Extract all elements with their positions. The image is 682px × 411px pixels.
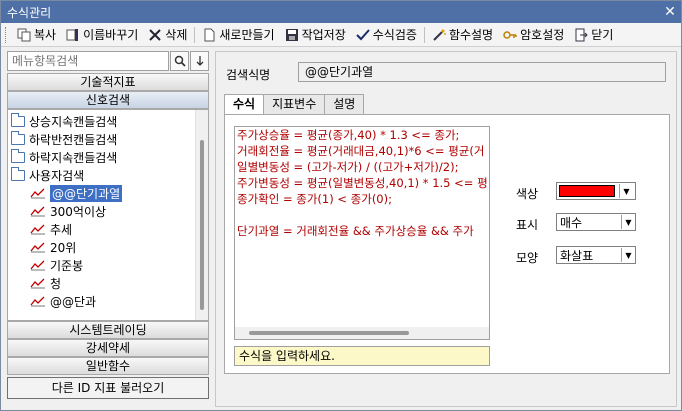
editor-hscrollbar[interactable] (235, 327, 489, 339)
delete-button[interactable]: 삭제 (143, 25, 192, 45)
save-button[interactable]: 작업저장 (280, 25, 351, 45)
formula-tree: 상승지속캔들검색 하락반전캔들검색 하락지속캔들검색 사용자검색 @@단기과열 … (7, 109, 209, 321)
new-button[interactable]: 새로만들기 (197, 25, 279, 45)
tab-formula[interactable]: 수식 (224, 94, 265, 115)
editor-tabs: 수식 지표변수 설명 (224, 94, 365, 115)
tree-item[interactable]: 300억이상 (30, 202, 106, 220)
folder-icon (11, 166, 25, 181)
color-swatch (559, 185, 615, 197)
line-chart-icon (30, 278, 45, 289)
line-chart-icon (30, 260, 45, 271)
display-select[interactable]: 매수 ▼ (556, 213, 636, 231)
right-panel: 검색식명 @@단기과열 수식 지표변수 설명 주가상승율 = 평균(종가,40)… (215, 51, 677, 407)
search-row (7, 51, 209, 71)
wand-icon (432, 28, 446, 42)
sort-button[interactable] (190, 51, 209, 71)
tree-item-selected[interactable]: @@단기과열 (30, 184, 123, 202)
function-help-button[interactable]: 함수설명 (427, 25, 498, 45)
tree-folder[interactable]: 상승지속캔들검색 (11, 112, 117, 130)
code-line: 주가상승율 = 평균(종가,40) * 1.3 <= 종가; (237, 128, 460, 142)
code-line: 거래회전율 = 평균(거래대금,40,1)*6 <= 평균(거 (237, 144, 485, 158)
category-system-trading[interactable]: 시스템트레이딩 (7, 321, 209, 339)
code-line: 종가확인 = 종가(1) < 종가(0); (237, 192, 392, 206)
tree-item[interactable]: 추세 (30, 220, 72, 238)
folder-icon (11, 130, 25, 145)
tree-folder[interactable]: 하락반전캔들검색 (11, 130, 117, 148)
tree-item[interactable]: 20위 (30, 238, 76, 256)
search-input[interactable] (7, 51, 169, 71)
title-bar: 수식관리 ✕ (1, 1, 681, 23)
key-icon (503, 28, 517, 42)
code-line: 주가변동성 = 평균(일별변동성,40,1) * 1.5 <= 평 (237, 176, 488, 190)
chevron-down-icon: ▼ (619, 184, 633, 198)
tree-scrollbar[interactable] (195, 110, 208, 320)
new-icon (202, 28, 216, 42)
formula-name-field[interactable]: @@단기과열 (298, 62, 666, 82)
copy-button[interactable]: 복사 (12, 25, 61, 45)
toolbar-grip[interactable] (5, 26, 8, 43)
color-label: 색상 (516, 187, 539, 201)
category-signal-search[interactable]: 신호검색 (7, 91, 209, 109)
check-icon (356, 28, 370, 42)
shape-label: 모양 (516, 251, 539, 265)
chevron-down-icon: ▼ (621, 248, 635, 262)
toolbar-separator (194, 26, 196, 43)
folder-icon (11, 148, 25, 163)
formula-name-label: 검색식명 (226, 68, 271, 82)
save-icon (285, 28, 299, 42)
copy-icon (17, 28, 31, 42)
code-line: 일별변동성 = (고가-저가) / ((고가+저가)/2); (237, 160, 459, 174)
validate-button[interactable]: 수식검증 (351, 25, 422, 45)
toolbar: 복사 이름바꾸기 삭제 새로만들기 작업저장 수식검증 함수설명 암호설정 닫기 (1, 23, 681, 47)
line-chart-icon (30, 242, 45, 253)
category-general-functions[interactable]: 일반함수 (7, 357, 209, 375)
left-panel: 기술적지표 신호검색 상승지속캔들검색 하락반전캔들검색 하락지속캔들검색 사용… (7, 51, 209, 407)
tab-description[interactable]: 설명 (324, 94, 365, 114)
category-technical[interactable]: 기술적지표 (7, 73, 209, 91)
close-door-icon (574, 28, 588, 42)
code-line: 단기과열 = 거래회전율 && 주가상승율 && 주가 (237, 224, 474, 238)
formula-editor[interactable]: 주가상승율 = 평균(종가,40) * 1.3 <= 종가; 거래회전율 = 평… (234, 126, 490, 340)
line-chart-icon (30, 296, 45, 307)
scrollbar-thumb[interactable] (200, 140, 204, 310)
line-chart-icon (30, 224, 45, 235)
line-chart-icon (30, 206, 45, 217)
tree-folder[interactable]: 사용자검색 (11, 166, 84, 184)
hint-box: 수식을 입력하세요. (234, 346, 490, 366)
rename-button[interactable]: 이름바꾸기 (61, 25, 143, 45)
folder-icon (11, 112, 25, 127)
load-other-id-button[interactable]: 다른 ID 지표 불러오기 (7, 377, 209, 399)
search-icon (174, 55, 186, 67)
password-button[interactable]: 암호설정 (498, 25, 569, 45)
close-button[interactable]: 닫기 (569, 25, 618, 45)
color-picker[interactable]: ▼ (556, 182, 636, 200)
scrollbar-thumb[interactable] (249, 331, 409, 335)
window-title: 수식관리 (7, 5, 52, 20)
toolbar-separator (423, 26, 425, 43)
line-chart-icon (30, 188, 45, 199)
formula-manager-window: 수식관리 ✕ 복사 이름바꾸기 삭제 새로만들기 작업저장 수식검증 함수설명 … (0, 0, 682, 411)
display-label: 표시 (516, 218, 539, 232)
arrow-down-icon (196, 56, 203, 66)
tab-variables[interactable]: 지표변수 (263, 94, 326, 114)
search-button[interactable] (170, 51, 189, 71)
category-strength[interactable]: 강세약세 (7, 339, 209, 357)
delete-icon (148, 28, 162, 42)
rename-icon (66, 28, 80, 42)
tree-item[interactable]: @@단과 (30, 292, 96, 310)
tree-folder[interactable]: 하락지속캔들검색 (11, 148, 117, 166)
close-icon[interactable]: ✕ (659, 1, 681, 23)
tree-item[interactable]: 기준봉 (30, 256, 83, 274)
tree-item[interactable]: 청 (30, 274, 61, 292)
shape-select[interactable]: 화살표 ▼ (556, 246, 636, 264)
chevron-down-icon: ▼ (621, 215, 635, 229)
